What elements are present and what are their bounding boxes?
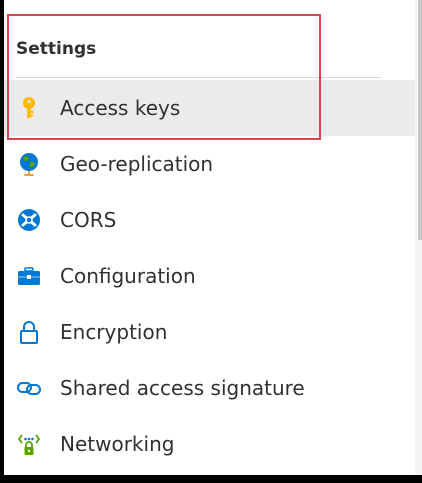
nav-item-label: Shared access signature: [60, 376, 305, 400]
nav-item-cors[interactable]: CORS: [4, 192, 415, 248]
cors-icon: [16, 207, 42, 233]
nav-item-label: Networking: [60, 432, 175, 456]
nav-item-access-keys[interactable]: Access keys: [4, 80, 415, 136]
section-header-settings: Settings: [16, 39, 97, 59]
networking-icon: [16, 431, 42, 457]
configuration-icon: [16, 263, 42, 289]
link-icon: [16, 375, 42, 401]
nav-item-geo-replication[interactable]: Geo-replication: [4, 136, 415, 192]
nav-item-label: Encryption: [60, 320, 168, 344]
nav-item-configuration[interactable]: Configuration: [4, 248, 415, 304]
nav-item-label: Configuration: [60, 264, 196, 288]
scrollbar-thumb[interactable]: [418, 0, 422, 240]
nav-item-label: Access keys: [60, 96, 181, 120]
nav-item-label: Geo-replication: [60, 152, 214, 176]
divider: [16, 77, 381, 78]
nav-item-networking[interactable]: Networking: [4, 416, 415, 472]
key-icon: [16, 95, 42, 121]
settings-panel: Settings Access keys Geo-replication COR…: [4, 0, 415, 475]
nav-item-encryption[interactable]: Encryption: [4, 304, 415, 360]
globe-icon: [16, 151, 42, 177]
nav-item-label: CORS: [60, 208, 117, 232]
nav-item-shared-access-signature[interactable]: Shared access signature: [4, 360, 415, 416]
lock-icon: [16, 319, 42, 345]
